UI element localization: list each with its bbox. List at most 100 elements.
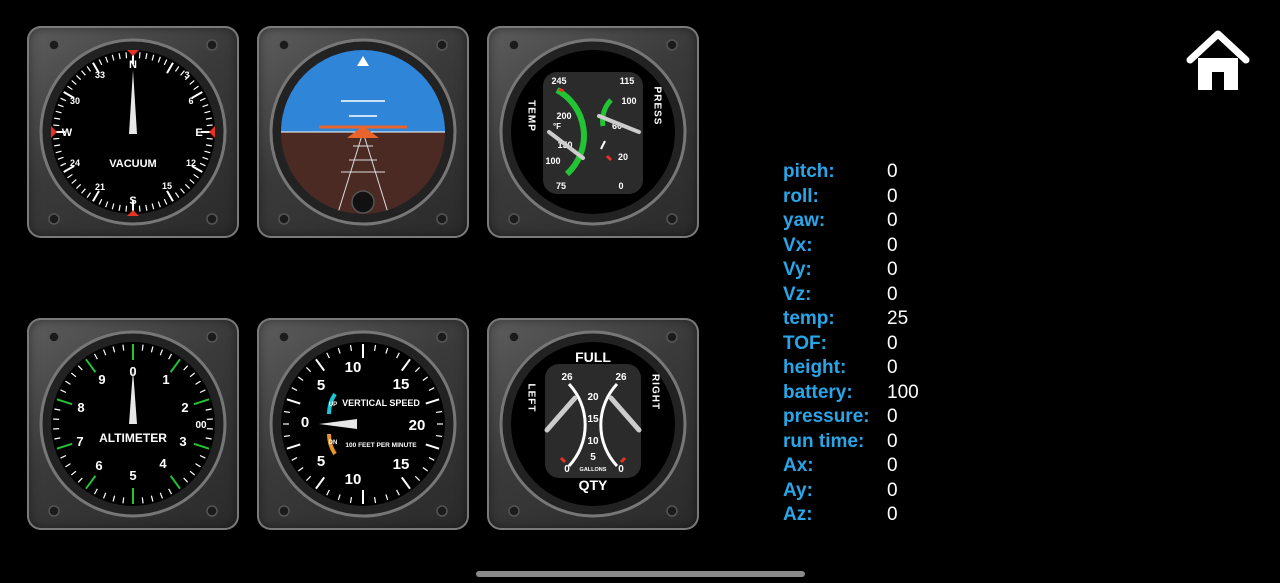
dial-tick [141, 497, 144, 504]
telemetry-value: 0 [887, 479, 898, 501]
temp-scale-245: 245 [551, 76, 566, 86]
vacuum-mark-33: 33 [95, 70, 105, 80]
telemetry-label: Vz: [783, 283, 812, 305]
vsi-subtitle: 100 FEET PER MINUTE [345, 442, 417, 449]
telemetry-label: TOF: [783, 332, 827, 354]
fuel-qty-label: QTY [579, 477, 608, 493]
telemetry-label: Vy: [783, 259, 812, 281]
temp-unit: °F [553, 122, 561, 131]
fuel-scale-5: 5 [590, 452, 596, 463]
telemetry-value: 0 [887, 504, 898, 526]
telemetry-value: 25 [887, 308, 909, 330]
press-scale-100: 100 [621, 96, 636, 106]
fuel-scale-20: 20 [587, 392, 599, 403]
dial-tick [206, 124, 213, 127]
home-button[interactable] [1185, 30, 1251, 94]
attitude-indicator-panel [257, 26, 469, 238]
dial-tick [53, 137, 60, 140]
dial-tick [125, 205, 128, 212]
telemetry-value: 0 [887, 259, 898, 281]
telemetry-row-vz: Vz: 0 [783, 283, 919, 308]
vsi-title: VERTICAL SPEED [342, 398, 420, 408]
telemetry-label: Az: [783, 504, 813, 526]
telemetry-label: temp: [783, 308, 835, 330]
fuel-unit: GALLONS [580, 467, 607, 473]
telemetry-row-vy: Vy: 0 [783, 258, 919, 283]
fuel-left-label: LEFT [526, 384, 537, 413]
telemetry-value: 0 [887, 234, 898, 256]
alt-digit-7: 7 [76, 434, 83, 449]
press-scale-115: 115 [620, 76, 635, 86]
vsi-num-5-up: 5 [317, 377, 325, 394]
telemetry-row-tof: TOF: 0 [783, 332, 919, 357]
telemetry-panel: pitch: 0 roll: 0 yaw: 0 Vx: 0 Vy: 0 Vz: 0 temp… [783, 160, 919, 528]
vsi-num-5-down: 5 [317, 453, 325, 470]
press-label: PRESS [652, 87, 663, 126]
telemetry-value: 0 [887, 210, 898, 232]
fuel-full-label: FULL [575, 349, 611, 365]
dial-tick [206, 137, 213, 140]
vacuum-mark-n: N [129, 59, 137, 71]
vacuum-mark-24: 24 [70, 158, 80, 168]
telemetry-value: 0 [887, 406, 898, 428]
vacuum-mark-30: 30 [70, 96, 80, 106]
temp-press-gauge-panel: 245 200 150 100 75 °F 115 100 60 20 0 TE… [487, 26, 699, 238]
temp-scale-100: 100 [545, 156, 560, 166]
dial-tick [141, 344, 144, 351]
temp-label: TEMP [526, 100, 537, 132]
telemetry-label: height: [783, 357, 847, 379]
alt-digit-2: 2 [181, 400, 188, 415]
fuel-qty-panel: FULL QTY 26 0 26 0 20 15 10 5 GALLONS LE… [487, 318, 699, 530]
alt-digit-5: 5 [129, 468, 136, 483]
vacuum-mark-e: E [195, 127, 202, 139]
dial-tick [125, 52, 128, 59]
vsi-dn-label: DN [329, 440, 338, 446]
home-icon [1186, 30, 1250, 90]
vacuum-gauge-panel: N 3 6 E 12 15 S 21 24 W 30 33 VACUUM [27, 26, 239, 238]
telemetry-value: 0 [887, 332, 898, 354]
home-indicator-bar[interactable] [476, 571, 805, 577]
telemetry-label: run time: [783, 430, 865, 452]
telemetry-row-temp: temp: 25 [783, 307, 919, 332]
telemetry-row-ay: Ay: 0 [783, 479, 919, 504]
vacuum-mark-s: S [129, 195, 136, 207]
dial-tick [138, 52, 141, 59]
telemetry-row-az: Az: 0 [783, 503, 919, 528]
vsi-num-10-up: 10 [345, 359, 362, 376]
vacuum-mark-w: W [62, 127, 73, 139]
vsi-num-10-down: 10 [345, 471, 362, 488]
telemetry-value: 0 [887, 185, 898, 207]
dial-tick [53, 124, 60, 127]
vsi-up-label: UP [329, 402, 337, 408]
telemetry-row-run-time: run time: 0 [783, 430, 919, 455]
telemetry-label: roll: [783, 185, 819, 207]
temp-scale-75: 75 [556, 181, 566, 191]
telemetry-label: Vx: [783, 234, 813, 256]
telemetry-value: 0 [887, 455, 898, 477]
alt-code: 00 [195, 420, 207, 431]
alt-digit-3: 3 [179, 434, 186, 449]
telemetry-label: pitch: [783, 161, 835, 183]
vsi-num-15-up: 15 [393, 376, 410, 393]
adjust-knob[interactable] [351, 190, 375, 214]
vsi-num-0: 0 [301, 414, 309, 431]
alt-digit-8: 8 [77, 400, 84, 415]
telemetry-value: 0 [887, 283, 898, 305]
vacuum-mark-3: 3 [184, 70, 189, 80]
fuel-scale-15: 15 [587, 414, 599, 425]
telemetry-label: battery: [783, 381, 853, 403]
telemetry-label: Ax: [783, 455, 814, 477]
telemetry-label: pressure: [783, 406, 870, 428]
vertical-speed-panel: 0 5 10 15 20 15 10 5 UP DN VERTICAL SPEE… [257, 318, 469, 530]
telemetry-label: Ay: [783, 479, 813, 501]
alt-digit-1: 1 [162, 372, 169, 387]
press-scale-20: 20 [618, 152, 628, 162]
fuel-right-label: RIGHT [650, 374, 661, 410]
vacuum-label: VACUUM [109, 158, 156, 170]
dial-tick [138, 205, 141, 212]
telemetry-row-pressure: pressure: 0 [783, 405, 919, 430]
telemetry-row-battery: battery: 100 [783, 381, 919, 406]
vacuum-mark-6: 6 [188, 96, 193, 106]
temp-scale-200: 200 [556, 111, 571, 121]
telemetry-value: 100 [887, 381, 919, 403]
